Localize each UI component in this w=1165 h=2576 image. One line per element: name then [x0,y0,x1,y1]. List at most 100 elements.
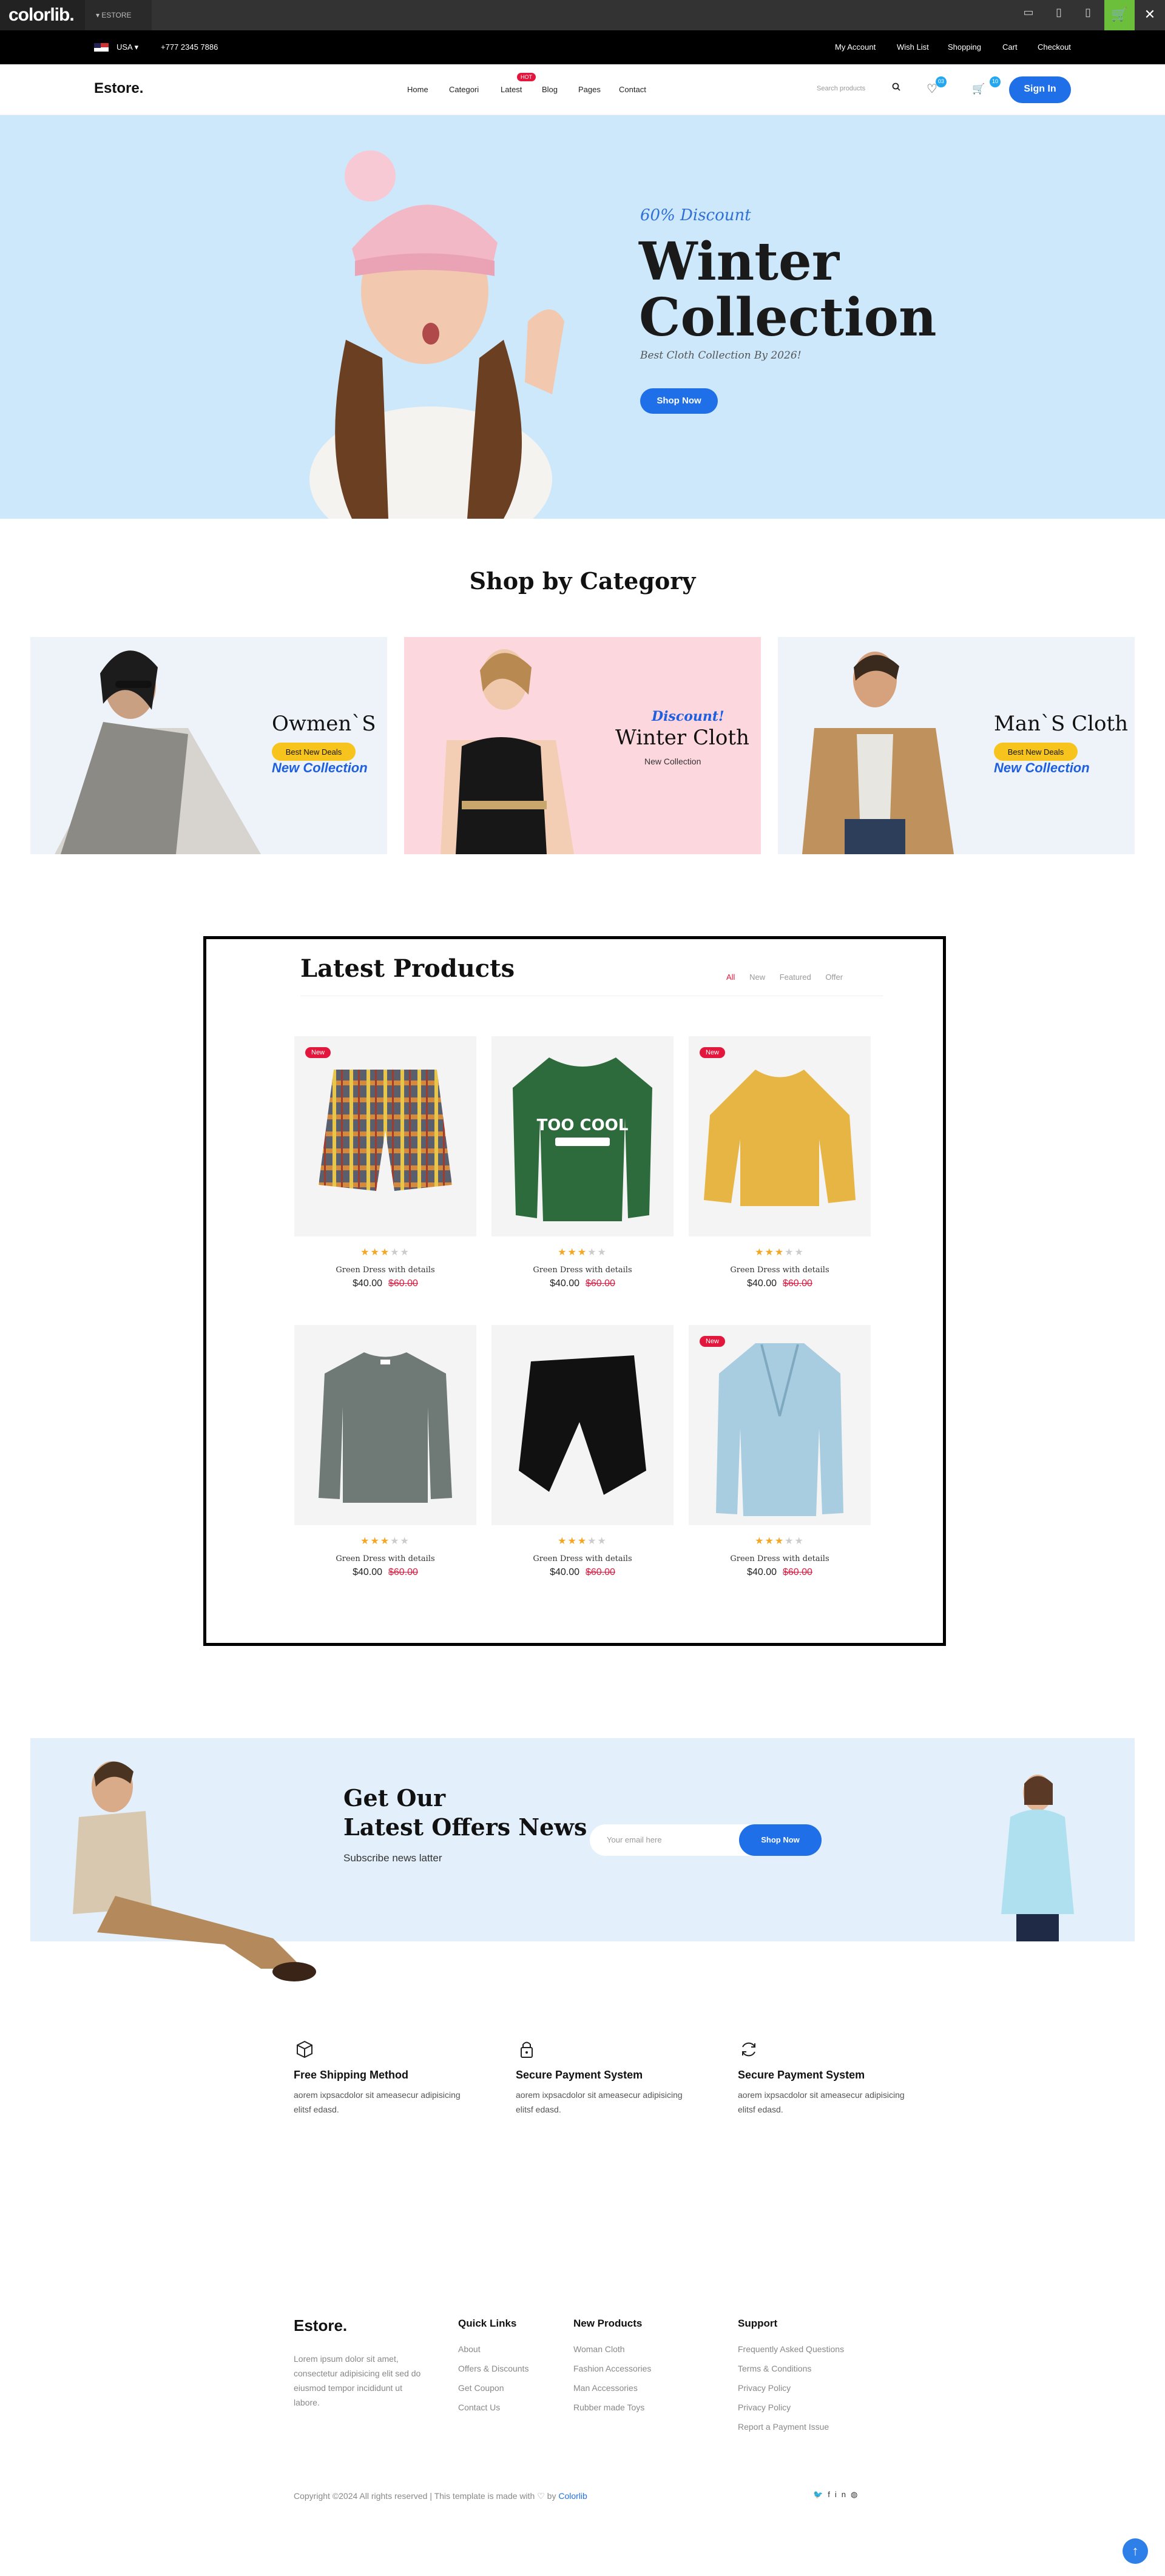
price-current: $40.00 [353,1278,382,1289]
newsletter-title: Get Our Latest Offers News [343,1784,587,1842]
category-name: Owmen`S [272,712,376,736]
footer-link-rubber-toys[interactable]: Rubber made Toys [573,2402,651,2412]
colorlib-logo[interactable]: colorlib. [0,0,85,30]
nav-pages[interactable]: Pages [578,85,601,94]
product-card-black-pants[interactable] [491,1325,674,1525]
product-price: $40.00 $60.00 [491,1278,674,1289]
product-card-green-sweater[interactable]: TOO COOL [491,1036,674,1236]
footer-col-title: New Products [573,2318,643,2329]
country-select[interactable]: USA ▾ [116,42,138,52]
product-name[interactable]: Green Dress with details [689,1554,871,1563]
desktop-icon[interactable]: ▭ [1018,6,1039,24]
category-name: Winter Cloth [615,726,749,750]
rating-stars: ★★★★★ [360,1536,410,1546]
footer-link-privacy[interactable]: Privacy Policy [738,2383,844,2393]
newsletter-title-line1: Get Our [343,1784,446,1812]
nav-categori[interactable]: Categori [449,85,479,94]
newsletter-shop-now-button[interactable]: Shop Now [739,1824,822,1856]
nav-blog[interactable]: Blog [542,85,558,94]
scroll-to-top-button[interactable]: ↑ [1123,2538,1148,2564]
site-logo[interactable]: Estore. [94,80,143,97]
category-card-men[interactable]: Man`S Cloth Best New Deals New Collectio… [778,637,1135,854]
hero-shop-now-button[interactable]: Shop Now [640,388,718,414]
footer-link-terms[interactable]: Terms & Conditions [738,2364,844,2373]
product-name[interactable]: Green Dress with details [491,1554,674,1563]
newsletter-title-line2: Latest Offers News [343,1813,587,1841]
footer-link-offers[interactable]: Offers & Discounts [458,2364,528,2373]
tab-offer[interactable]: Offer [825,973,843,982]
close-icon[interactable]: ✕ [1135,0,1165,30]
product-meta: ★★★★★ Green Dress with details $40.00 $60… [491,1246,674,1289]
hero-discount: 60% Discount [640,206,751,224]
new-collection-script: New Collection [994,760,1090,775]
latest-heading: Latest Products [300,954,515,983]
product-card-grey-sweater[interactable] [294,1325,476,1525]
search-input[interactable]: Search products [807,79,904,99]
product-card-yellow-sweater[interactable]: New [689,1036,871,1236]
nav-contact[interactable]: Contact [619,85,646,94]
cart-link[interactable]: Cart [1002,42,1018,52]
tab-featured[interactable]: Featured [780,973,811,982]
footer-link-coupon[interactable]: Get Coupon [458,2383,528,2393]
rating-stars: ★★★★★ [755,1536,805,1546]
footer-link-privacy-2[interactable]: Privacy Policy [738,2402,844,2412]
wish-list-link[interactable]: Wish List [897,42,929,52]
search-icon[interactable] [892,83,900,93]
footer-link-faq[interactable]: Frequently Asked Questions [738,2344,844,2354]
checkout-link[interactable]: Checkout [1038,42,1071,52]
product-name[interactable]: Green Dress with details [491,1266,674,1275]
product-price: $40.00 $60.00 [294,1567,476,1578]
colorlib-link[interactable]: Colorlib [558,2491,587,2501]
cart-icon[interactable]: 🛒 [972,83,985,95]
hero-subtitle: Best Cloth Collection By 2026! [640,349,802,362]
rating-stars: ★★★★★ [755,1247,805,1258]
footer-link-fashion-accessories[interactable]: Fashion Accessories [573,2364,651,2373]
product-card-shorts[interactable]: New [294,1036,476,1236]
phone-number: +777 2345 7886 [161,42,218,52]
preview-toolbar: colorlib. ▾ ESTORE ▭ ▯ ▯ 🛒 ✕ [0,0,1165,30]
nav-latest[interactable]: Latest [501,85,522,94]
sign-in-button[interactable]: Sign In [1009,76,1071,103]
product-meta: ★★★★★ Green Dress with details $40.00 $60… [294,1535,476,1578]
footer-link-report-payment[interactable]: Report a Payment Issue [738,2422,844,2432]
footer-description: Lorem ipsum dolor sit amet, consectetur … [294,2354,421,2407]
feature-secure-payment-2: Secure Payment System aorem ixpsacdolor … [738,2038,920,2117]
category-card-winter[interactable]: Discount! Winter Cloth New Collection [404,637,761,854]
mobile-icon[interactable]: ▯ [1078,6,1098,24]
product-card-blue-blazer[interactable]: New [689,1325,871,1525]
wishlist-count-badge: 03 [936,76,947,87]
plaid-shorts-image [319,1070,452,1191]
shopping-link[interactable]: Shopping [948,42,981,52]
category-card-women[interactable]: Owmen`S Best New Deals New Collection [30,637,387,854]
facebook-icon[interactable]: f [828,2490,835,2499]
feature-title: Free Shipping Method [294,2069,408,2081]
footer-logo[interactable]: Estore. [294,2316,347,2335]
tab-all[interactable]: All [726,973,735,982]
buy-cart-icon[interactable]: 🛒 [1104,0,1135,30]
product-meta: ★★★★★ Green Dress with details $40.00 $60… [689,1246,871,1289]
product-name[interactable]: Green Dress with details [294,1554,476,1563]
rating-stars: ★★★★★ [558,1536,607,1546]
product-name[interactable]: Green Dress with details [689,1266,871,1275]
discount-script: Discount! [652,709,724,724]
template-tab[interactable]: ▾ ESTORE [85,0,152,30]
linkedin-icon[interactable]: in [835,2490,851,2499]
product-price: $40.00 $60.00 [689,1567,871,1578]
new-collection-script: New Collection [272,760,368,775]
twitter-icon[interactable]: 🐦 [813,2490,828,2499]
footer-link-about[interactable]: About [458,2344,528,2354]
tab-new[interactable]: New [749,973,765,982]
footer-link-woman-cloth[interactable]: Woman Cloth [573,2344,651,2354]
footer-link-man-accessories[interactable]: Man Accessories [573,2383,651,2393]
nav-home[interactable]: Home [407,85,428,94]
my-account-link[interactable]: My Account [835,42,876,52]
seated-man-image [73,1761,316,1981]
puffer-jacket-woman-image [1001,1775,1074,1941]
product-name[interactable]: Green Dress with details [294,1266,476,1275]
usa-flag-icon [94,43,109,52]
product-price: $40.00 $60.00 [689,1278,871,1289]
globe-icon[interactable]: ◍ [851,2490,862,2499]
footer-link-contact[interactable]: Contact Us [458,2402,528,2412]
hero-model-image [309,150,564,519]
tablet-icon[interactable]: ▯ [1048,6,1069,24]
